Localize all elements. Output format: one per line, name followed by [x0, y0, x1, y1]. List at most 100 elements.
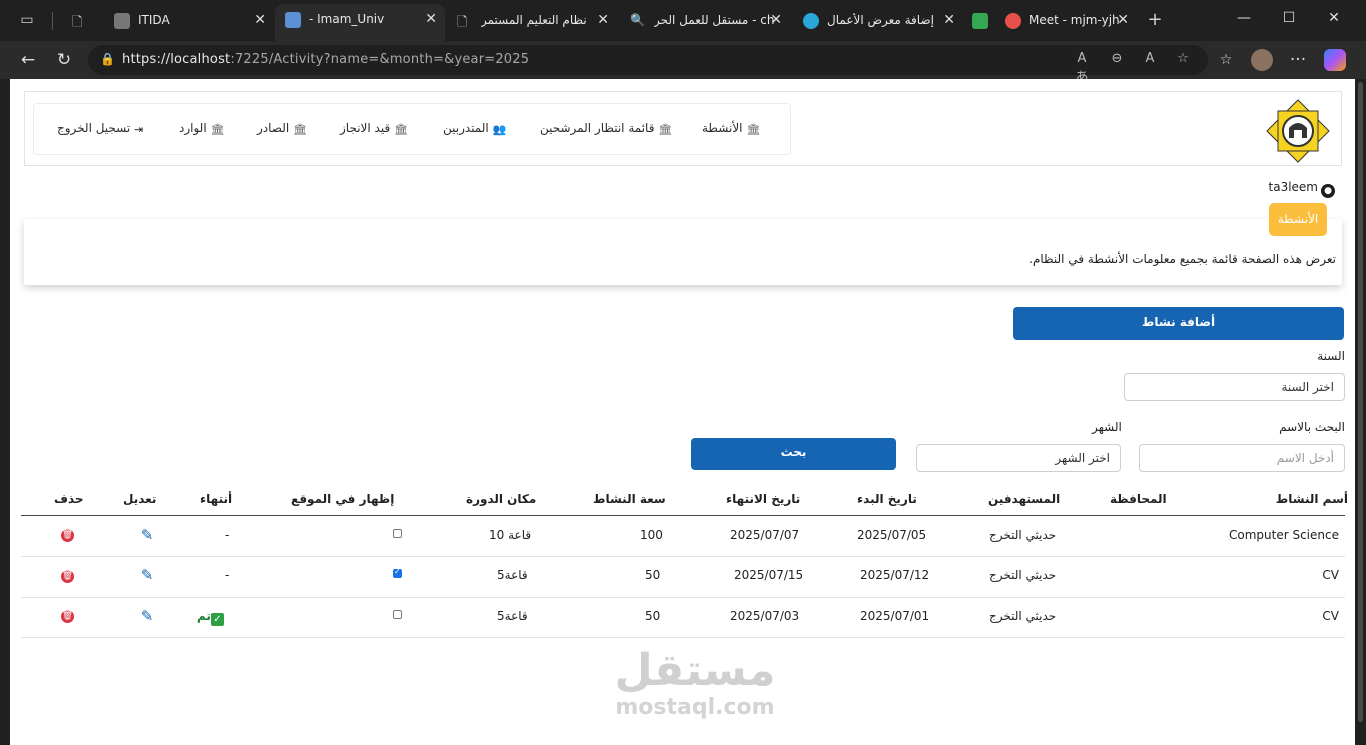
- nav-item-outgoing[interactable]: الصادر 🏛: [257, 121, 307, 136]
- cell-target: حديثي التخرج: [989, 568, 1057, 582]
- nav-item-in-progress[interactable]: قيد الانجاز 🏛: [340, 121, 408, 136]
- tab-blank[interactable]: 🗋: [62, 5, 102, 37]
- main-nav: الأنشطة 🏛 قائمة انتظار المرشحين 🏛 المتدر…: [33, 103, 791, 155]
- building-icon: 🏛: [394, 123, 408, 136]
- cell-location: قاعة5: [497, 568, 528, 582]
- nav-label: الوارد: [179, 121, 207, 135]
- tab-imam-univ[interactable]: - Imam_Univ ✕: [275, 4, 445, 41]
- building-icon: 🏛: [210, 123, 225, 136]
- close-tab-icon[interactable]: ✕: [770, 12, 782, 28]
- username: ta3leem: [1268, 180, 1318, 194]
- cell-capacity: 100: [640, 528, 663, 542]
- page-icon: 🗋: [457, 15, 468, 30]
- university-logo: [1266, 99, 1330, 163]
- tab-separator: [52, 12, 53, 30]
- row-divider: [21, 556, 1345, 557]
- scrollbar-thumb[interactable]: [1358, 82, 1363, 722]
- th-activity-name: أسم النشاط: [1275, 492, 1348, 506]
- name-search-input[interactable]: أدخل الاسم: [1139, 444, 1345, 472]
- year-label: السنة: [1317, 349, 1345, 363]
- search-button[interactable]: بحث: [691, 438, 896, 470]
- nav-item-incoming[interactable]: الوارد 🏛: [179, 121, 225, 136]
- tab-itida[interactable]: ITIDA ✕: [104, 5, 274, 37]
- tab-continuing-education[interactable]: 🗋 نظام التعليم المستمر ✕: [447, 5, 617, 37]
- finished-status: تم ✓: [197, 609, 227, 626]
- th-start-date: تاريخ البدء: [857, 492, 917, 506]
- tab-title: Meet - mjm-yjh: [1029, 13, 1120, 27]
- profile-avatar[interactable]: [1251, 49, 1273, 71]
- tab-meet[interactable]: Meet - mjm-yjh ✕: [995, 5, 1137, 37]
- cell-start-date: 2025/07/01: [860, 609, 930, 623]
- edit-icon[interactable]: ✎: [139, 527, 155, 543]
- month-label: الشهر: [1092, 420, 1122, 434]
- url-text: https://localhost:7225/Activity?name=&mo…: [122, 52, 530, 67]
- address-bar[interactable]: 🔒 https://localhost:7225/Activity?name=&…: [88, 45, 1208, 85]
- cell-end-date: 2025/07/15: [734, 568, 804, 582]
- sidebar-toggle-icon[interactable]: ▭: [18, 11, 36, 29]
- show-on-site-checkbox[interactable]: [393, 610, 402, 619]
- logout-icon: ⇥: [134, 123, 144, 136]
- close-tab-icon[interactable]: ✕: [254, 12, 266, 28]
- tab-title: مستقل للعمل الحر - ch: [654, 13, 775, 27]
- more-menu-icon[interactable]: ···: [1288, 50, 1308, 70]
- building-icon: 🏛: [658, 123, 673, 136]
- close-tab-icon[interactable]: ✕: [425, 11, 437, 27]
- close-tab-icon[interactable]: ✕: [597, 12, 609, 28]
- delete-icon[interactable]: 🗑: [61, 570, 74, 583]
- delete-icon[interactable]: 🗑: [61, 610, 74, 623]
- zoom-icon[interactable]: ⊖: [1108, 51, 1126, 66]
- favorite-star-icon[interactable]: ☆: [1174, 51, 1192, 66]
- nav-item-waiting-list[interactable]: قائمة انتظار المرشحين 🏛: [540, 121, 673, 136]
- th-delete: حذف: [54, 492, 84, 506]
- cell-finish: -: [225, 568, 230, 582]
- add-activity-button[interactable]: أضافة نشاط: [1013, 307, 1344, 340]
- copilot-icon[interactable]: [1324, 49, 1346, 71]
- itida-favicon: [114, 13, 130, 29]
- close-tab-icon[interactable]: ✕: [1117, 12, 1129, 28]
- nav-label: قيد الانجاز: [340, 121, 391, 135]
- tab-portfolio[interactable]: إضافة معرض الأعمال ✕: [793, 5, 963, 37]
- browser-tab-bar: ▭ 🗋 ITIDA ✕ - Imam_Univ ✕ 🗋 نظام التعليم…: [0, 0, 1366, 41]
- minimize-icon[interactable]: —: [1234, 10, 1254, 26]
- refresh-icon[interactable]: ↻: [54, 50, 74, 70]
- tab-meet-pinned[interactable]: [965, 5, 995, 37]
- tab-mostaql[interactable]: 🔍 مستقل للعمل الحر - ch ✕: [620, 5, 790, 37]
- tab-title: إضافة معرض الأعمال: [827, 13, 934, 27]
- year-select[interactable]: اختر السنة: [1124, 373, 1345, 401]
- cell-end-date: 2025/07/03: [730, 609, 800, 623]
- th-governorate: المحافظة: [1110, 492, 1167, 506]
- cell-end-date: 2025/07/07: [730, 528, 800, 542]
- nav-label: المتدربين: [443, 121, 489, 135]
- th-edit: تعديل: [123, 492, 157, 506]
- edit-icon[interactable]: ✎: [139, 608, 155, 624]
- show-on-site-checkbox[interactable]: [393, 529, 402, 538]
- th-capacity: سعة النشاط: [593, 492, 666, 506]
- new-tab-icon[interactable]: +: [1146, 11, 1164, 29]
- edit-icon[interactable]: ✎: [139, 567, 155, 583]
- close-window-icon[interactable]: ✕: [1324, 10, 1344, 26]
- name-search-label: البحث بالاسم: [1279, 420, 1345, 434]
- tab-title: ITIDA: [138, 13, 170, 27]
- back-icon[interactable]: ←: [18, 50, 38, 70]
- month-select[interactable]: اختر الشهر: [916, 444, 1121, 472]
- cell-target: حديثي التخرج: [989, 609, 1057, 623]
- font-icon[interactable]: A: [1141, 51, 1159, 66]
- record-icon: [1005, 13, 1021, 29]
- cell-target: حديثي التخرج: [989, 528, 1057, 542]
- nav-item-activities[interactable]: الأنشطة 🏛: [702, 121, 760, 136]
- meet-favicon: [972, 13, 988, 29]
- page-description: تعرض هذه الصفحة قائمة بجميع معلومات الأن…: [1029, 252, 1336, 266]
- close-tab-icon[interactable]: ✕: [943, 12, 955, 28]
- delete-icon[interactable]: 🗑: [61, 529, 74, 542]
- show-on-site-checkbox[interactable]: [393, 567, 402, 578]
- cell-finish: -: [225, 528, 230, 542]
- current-user: ta3leem ●: [1269, 180, 1335, 198]
- nav-item-logout[interactable]: تسجيل الخروج ⇥: [57, 121, 147, 136]
- maximize-icon[interactable]: ☐: [1279, 10, 1299, 26]
- favorites-icon[interactable]: ☆: [1216, 50, 1236, 70]
- table-header-divider: [21, 515, 1345, 516]
- tab-title: - Imam_Univ: [309, 12, 385, 26]
- search-favicon: 🔍: [630, 13, 645, 27]
- cell-activity-name: CV: [1322, 568, 1339, 582]
- nav-item-trainees[interactable]: المتدربين 👥: [443, 121, 506, 136]
